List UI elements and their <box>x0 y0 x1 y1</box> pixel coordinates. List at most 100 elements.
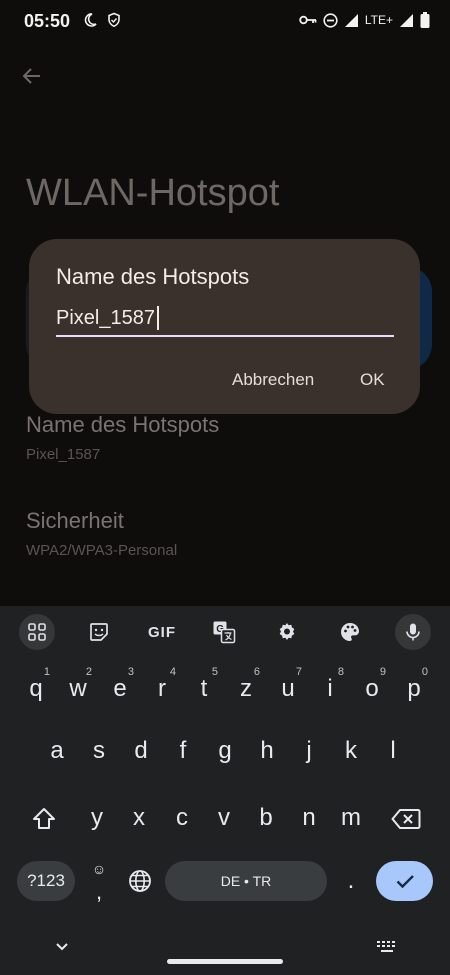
key-label: e <box>113 675 127 702</box>
setting-security[interactable]: Sicherheit WPA2/WPA3-Personal <box>26 508 177 559</box>
key-f[interactable]: f <box>163 725 203 777</box>
gif-button[interactable]: GIF <box>144 614 180 650</box>
key-g[interactable]: g <box>205 725 245 777</box>
key-label: w <box>69 675 87 702</box>
space-key[interactable]: DE • TR <box>165 861 327 901</box>
key-q[interactable]: q1 <box>16 663 56 715</box>
status-left-icons <box>82 12 122 28</box>
setting-subtitle: Pixel_1587 <box>26 446 101 463</box>
key-label: h <box>260 737 274 764</box>
keyboard-switcher-button[interactable] <box>376 939 398 960</box>
key-d[interactable]: d <box>121 725 161 777</box>
status-right-icons: LTE+ <box>299 12 430 28</box>
setting-subtitle: WPA2/WPA3-Personal <box>26 542 178 559</box>
comma-label: , <box>95 879 103 904</box>
setting-title: Name des Hotspots <box>26 412 220 437</box>
key-o[interactable]: o9 <box>352 663 392 715</box>
key-u[interactable]: u7 <box>268 663 308 715</box>
key-hint: 6 <box>253 666 260 678</box>
shift-key[interactable] <box>18 799 70 839</box>
key-e[interactable]: e3 <box>100 663 140 715</box>
key-y[interactable]: y <box>77 792 117 844</box>
translate-icon: G <box>213 621 236 644</box>
key-l[interactable]: l <box>373 725 413 777</box>
key-v[interactable]: v <box>204 792 244 844</box>
hotspot-name-input[interactable]: Pixel_1587 <box>56 305 394 337</box>
key-z[interactable]: z6 <box>226 663 266 715</box>
key-label: x <box>133 804 145 831</box>
gif-label: GIF <box>148 623 176 641</box>
key-b[interactable]: b <box>246 792 286 844</box>
translate-button[interactable]: G <box>206 614 242 650</box>
key-j[interactable]: j <box>289 725 329 777</box>
wifi-signal-icon <box>344 13 359 28</box>
network-type-label: LTE+ <box>364 13 393 27</box>
back-button[interactable] <box>18 62 46 90</box>
battery-icon <box>420 12 430 28</box>
key-hint: 1 <box>43 666 50 678</box>
language-switch-key[interactable] <box>120 855 160 907</box>
key-a[interactable]: a <box>37 725 77 777</box>
key-hint: 0 <box>421 666 428 678</box>
key-hint: 5 <box>211 666 218 678</box>
key-p[interactable]: p0 <box>394 663 434 715</box>
key-n[interactable]: n <box>289 792 329 844</box>
key-label: g <box>218 737 232 764</box>
key-h[interactable]: h <box>247 725 287 777</box>
home-handle[interactable] <box>167 959 283 964</box>
key-label: b <box>259 804 273 831</box>
emoji-comma-key[interactable]: , ☺ <box>79 855 119 907</box>
key-x[interactable]: x <box>119 792 159 844</box>
key-hint: 9 <box>379 666 386 678</box>
settings-button[interactable] <box>269 614 305 650</box>
emoji-icon: ☺ <box>91 861 107 877</box>
ok-button[interactable]: OK <box>360 370 385 390</box>
bedtime-moon-icon <box>82 12 98 28</box>
backspace-key[interactable] <box>380 799 432 839</box>
period-key[interactable]: . <box>331 855 371 907</box>
sticker-button[interactable] <box>81 614 117 650</box>
key-label: u <box>281 675 295 702</box>
palette-icon <box>341 623 359 641</box>
vpn-key-icon <box>299 14 317 26</box>
theme-button[interactable] <box>332 614 368 650</box>
key-label: a <box>50 737 64 764</box>
status-bar: 05:50 LTE+ <box>0 0 450 44</box>
key-i[interactable]: i8 <box>310 663 350 715</box>
navigation-bar <box>0 925 450 975</box>
key-label: s <box>93 737 105 764</box>
key-r[interactable]: r4 <box>142 663 182 715</box>
keyboard-icon <box>377 941 395 952</box>
key-m[interactable]: m <box>331 792 371 844</box>
page-title: WLAN-Hotspot <box>26 172 280 214</box>
key-label: l <box>390 737 396 764</box>
shield-icon <box>106 12 122 28</box>
key-label: c <box>176 804 188 831</box>
key-label: j <box>306 737 312 764</box>
hide-keyboard-button[interactable] <box>52 937 72 962</box>
key-w[interactable]: w2 <box>58 663 98 715</box>
apps-grid-button[interactable] <box>19 614 55 650</box>
symbols-key[interactable]: ?123 <box>17 861 75 901</box>
key-label: q <box>29 675 43 702</box>
key-label: i <box>327 675 333 702</box>
cancel-button[interactable]: Abbrechen <box>232 370 314 390</box>
key-t[interactable]: t5 <box>184 663 224 715</box>
key-hint: 2 <box>85 666 92 678</box>
keyboard: GIF G q1 w2 e3 r4 t5 z6 u7 i8 o9 p0 a s … <box>0 606 450 975</box>
setting-title: Sicherheit <box>26 508 124 533</box>
checkmark-icon <box>396 875 414 889</box>
setting-hotspot-name[interactable]: Name des Hotspots Pixel_1587 <box>26 412 219 463</box>
key-hint: 4 <box>169 666 176 678</box>
voice-input-button[interactable] <box>395 614 431 650</box>
enter-key[interactable] <box>376 861 433 901</box>
do-not-disturb-icon <box>323 12 338 28</box>
globe-icon <box>129 870 151 892</box>
key-s[interactable]: s <box>79 725 119 777</box>
key-c[interactable]: c <box>162 792 202 844</box>
key-label: v <box>218 804 230 831</box>
gear-icon <box>279 623 295 640</box>
shift-arrow-icon <box>33 808 55 829</box>
grid-icon <box>28 623 46 641</box>
key-k[interactable]: k <box>331 725 371 777</box>
